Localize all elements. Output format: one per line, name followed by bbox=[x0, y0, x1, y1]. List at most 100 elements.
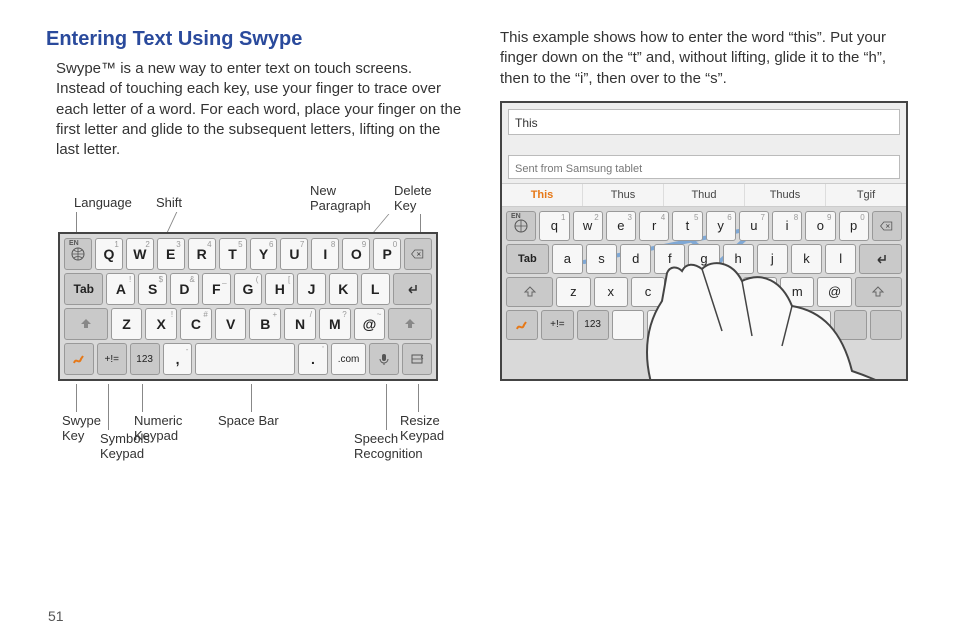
key-r[interactable]: 4R bbox=[188, 238, 216, 270]
key-m[interactable]: ?M bbox=[319, 308, 351, 340]
key-d[interactable]: d bbox=[620, 244, 651, 274]
typed-text-field[interactable]: This bbox=[508, 109, 900, 135]
key-w[interactable]: 2W bbox=[126, 238, 154, 270]
key-n[interactable]: n bbox=[743, 277, 777, 307]
enter-key[interactable] bbox=[393, 273, 432, 305]
key-f[interactable]: _F bbox=[202, 273, 231, 305]
key-l[interactable]: L bbox=[361, 273, 390, 305]
key-k[interactable]: K bbox=[329, 273, 358, 305]
key-com[interactable] bbox=[793, 310, 831, 340]
key-t[interactable]: 5t bbox=[672, 211, 702, 241]
key-period[interactable]: '. bbox=[298, 343, 328, 375]
tab-key[interactable]: Tab bbox=[506, 244, 549, 274]
key-p[interactable]: 0p bbox=[839, 211, 869, 241]
key-m[interactable]: m bbox=[780, 277, 814, 307]
spacebar-key[interactable] bbox=[195, 343, 295, 375]
resize-key[interactable] bbox=[402, 343, 432, 375]
key-c[interactable]: c bbox=[631, 277, 665, 307]
symbols-key[interactable]: +!= bbox=[541, 310, 573, 340]
key-c[interactable]: #C bbox=[180, 308, 212, 340]
key-n[interactable]: /N bbox=[284, 308, 316, 340]
mic-key[interactable] bbox=[369, 343, 399, 375]
language-key[interactable]: EN bbox=[64, 238, 92, 270]
shift-key-right[interactable] bbox=[388, 308, 432, 340]
key-q[interactable]: 1q bbox=[539, 211, 569, 241]
key-s[interactable]: $S bbox=[138, 273, 167, 305]
key-z[interactable]: Z bbox=[111, 308, 143, 340]
key-b[interactable]: b bbox=[705, 277, 739, 307]
key-comma[interactable]: -, bbox=[163, 343, 193, 375]
key-d[interactable]: &D bbox=[170, 273, 199, 305]
swype-key[interactable] bbox=[506, 310, 538, 340]
key-j[interactable]: J bbox=[297, 273, 326, 305]
symbols-key[interactable]: +!= bbox=[97, 343, 127, 375]
suggestion-item[interactable]: Thuds bbox=[745, 184, 826, 206]
intro-paragraph: Swype™ is a new way to enter text on tou… bbox=[56, 59, 464, 160]
enter-key[interactable] bbox=[859, 244, 902, 274]
key-x[interactable]: x bbox=[594, 277, 628, 307]
key-z[interactable]: z bbox=[556, 277, 590, 307]
key-i[interactable]: 8I bbox=[311, 238, 339, 270]
mic-key[interactable] bbox=[834, 310, 866, 340]
key-p[interactable]: 0P bbox=[373, 238, 401, 270]
key-s[interactable]: s bbox=[586, 244, 617, 274]
key-j[interactable]: j bbox=[757, 244, 788, 274]
key-at[interactable]: ~@ bbox=[354, 308, 386, 340]
swype-icon bbox=[514, 317, 530, 333]
suggestion-item[interactable]: Thus bbox=[583, 184, 664, 206]
key-f[interactable]: f bbox=[654, 244, 685, 274]
resize-key[interactable] bbox=[870, 310, 902, 340]
key-i[interactable]: 8i bbox=[772, 211, 802, 241]
signature-field[interactable]: Sent from Samsung tablet bbox=[508, 155, 900, 179]
key-w[interactable]: 2w bbox=[573, 211, 603, 241]
shift-icon bbox=[522, 284, 538, 300]
key-t[interactable]: 5T bbox=[219, 238, 247, 270]
key-b[interactable]: +B bbox=[249, 308, 281, 340]
key-a[interactable]: a bbox=[552, 244, 583, 274]
key-x[interactable]: !X bbox=[145, 308, 177, 340]
language-key[interactable]: EN bbox=[506, 211, 536, 241]
numeric-key[interactable]: 123 bbox=[130, 343, 160, 375]
spacebar-key[interactable] bbox=[647, 310, 755, 340]
diagram-keyboard: EN 1Q 2W 3E 4R 5T 6Y 7U 8I 9O 0P bbox=[58, 232, 438, 381]
key-g[interactable]: g bbox=[688, 244, 719, 274]
key-v[interactable]: V bbox=[215, 308, 247, 340]
suggestion-item[interactable]: This bbox=[502, 184, 583, 206]
key-at[interactable]: @ bbox=[817, 277, 851, 307]
label-delete-key: Delete Key bbox=[394, 184, 432, 213]
key-o[interactable]: 9O bbox=[342, 238, 370, 270]
key-e[interactable]: 3e bbox=[606, 211, 636, 241]
key-u[interactable]: 7u bbox=[739, 211, 769, 241]
example-keyboard: EN 1q 2w 3e 4r 5t 6y 7u 8i 9o 0p bbox=[502, 207, 906, 379]
key-period[interactable] bbox=[758, 310, 790, 340]
shift-icon bbox=[402, 316, 418, 332]
tab-key[interactable]: Tab bbox=[64, 273, 103, 305]
suggestion-bar: This Thus Thud Thuds Tgif bbox=[502, 183, 906, 207]
key-v[interactable]: v bbox=[668, 277, 702, 307]
key-u[interactable]: 7U bbox=[280, 238, 308, 270]
key-g[interactable]: (G bbox=[234, 273, 263, 305]
key-o[interactable]: 9o bbox=[805, 211, 835, 241]
suggestion-item[interactable]: Thud bbox=[664, 184, 745, 206]
backspace-icon bbox=[410, 246, 426, 262]
key-r[interactable]: 4r bbox=[639, 211, 669, 241]
swype-key[interactable] bbox=[64, 343, 94, 375]
backspace-key[interactable] bbox=[404, 238, 432, 270]
key-com[interactable]: .com bbox=[331, 343, 366, 375]
numeric-key[interactable]: 123 bbox=[577, 310, 609, 340]
key-h[interactable]: h bbox=[723, 244, 754, 274]
shift-key-right[interactable] bbox=[855, 277, 902, 307]
suggestion-item[interactable]: Tgif bbox=[826, 184, 906, 206]
shift-key-left[interactable] bbox=[506, 277, 553, 307]
key-l[interactable]: l bbox=[825, 244, 856, 274]
key-e[interactable]: 3E bbox=[157, 238, 185, 270]
key-y[interactable]: 6Y bbox=[250, 238, 278, 270]
shift-key-left[interactable] bbox=[64, 308, 108, 340]
key-a[interactable]: !A bbox=[106, 273, 135, 305]
key-comma[interactable] bbox=[612, 310, 644, 340]
key-q[interactable]: 1Q bbox=[95, 238, 123, 270]
key-y[interactable]: 6y bbox=[706, 211, 736, 241]
key-h[interactable]: [H bbox=[265, 273, 294, 305]
key-k[interactable]: k bbox=[791, 244, 822, 274]
backspace-key[interactable] bbox=[872, 211, 902, 241]
